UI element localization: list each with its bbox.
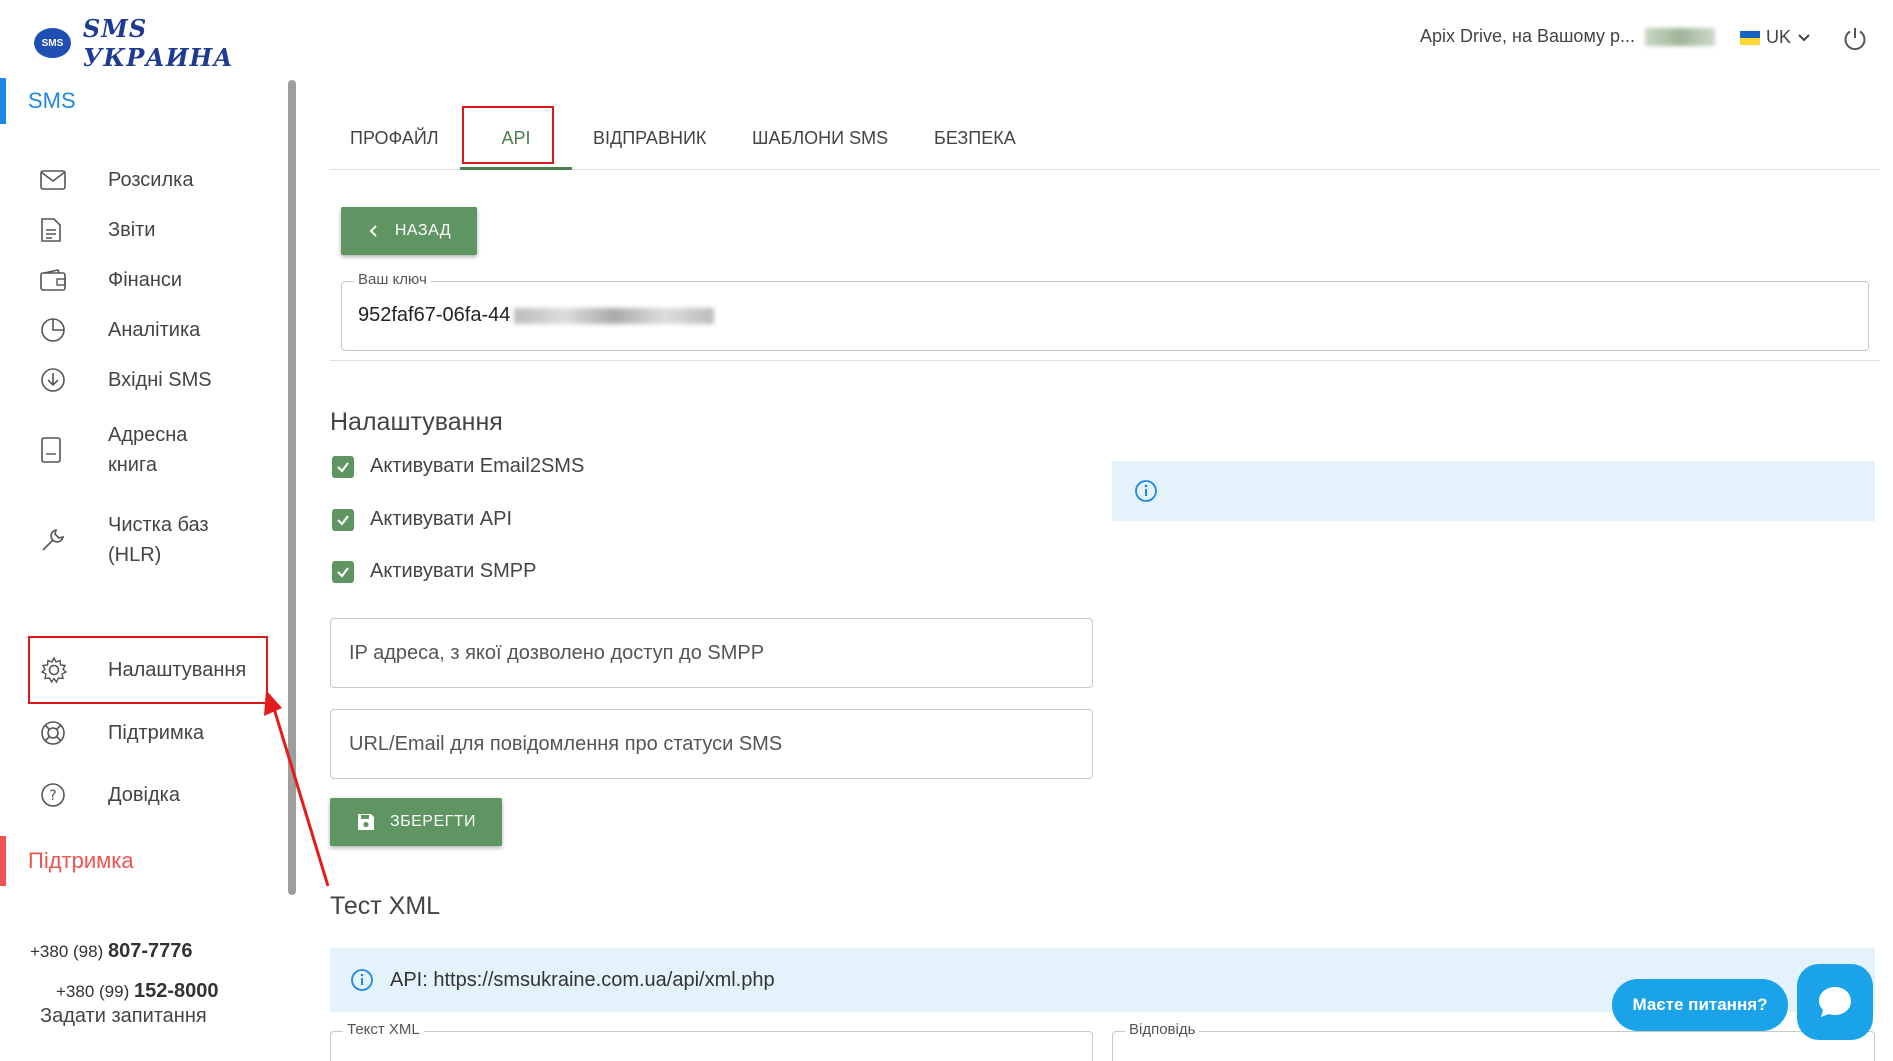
- phone-number: 807-7776: [107, 940, 193, 962]
- back-button[interactable]: НАЗАД: [341, 207, 477, 255]
- sidebar-item-settings[interactable]: Налаштування: [28, 636, 268, 704]
- brand-name: SMS УКРАИНА: [82, 14, 234, 72]
- annotation-arrow: [264, 690, 330, 887]
- checkbox-api[interactable]: Активувати API: [332, 508, 512, 531]
- divider: [330, 360, 1880, 361]
- account-balance-blurred: [1645, 28, 1715, 46]
- save-button-label: ЗБЕРЕГТИ: [389, 813, 477, 830]
- wrench-icon: [30, 527, 82, 553]
- envelope-icon: [30, 170, 82, 190]
- ukraine-flag-icon: [1740, 30, 1760, 45]
- download-circle-icon: [30, 367, 82, 393]
- sidebar-item-label: Вхідні SMS: [108, 369, 212, 391]
- sidebar-item-reports[interactable]: Звіти: [30, 210, 266, 250]
- checkbox-label: Активувати API: [370, 508, 513, 530]
- api-key-label: Ваш ключ: [354, 271, 431, 288]
- chevron-down-icon: [1798, 33, 1810, 41]
- chat-prompt-bubble[interactable]: Маєте питання?: [1612, 979, 1788, 1031]
- settings-tabs: ПРОФАЙЛ API ВІДПРАВНИК ШАБЛОНИ SMS БЕЗПЕ…: [330, 106, 1880, 170]
- wallet-icon: [30, 269, 82, 291]
- back-button-label: НАЗАД: [394, 222, 452, 239]
- sidebar-item-label: Налаштування: [108, 659, 247, 681]
- api-key-field[interactable]: Ваш ключ 952faf67-06fa-44: [341, 271, 1869, 351]
- smpp-ip-input[interactable]: IP адреса, з якої дозволено доступ до SM…: [330, 618, 1093, 688]
- help-circle-icon: ?: [30, 782, 82, 808]
- tab-sender[interactable]: ВІДПРАВНИК: [593, 110, 706, 170]
- checkbox-checked-icon: [332, 560, 354, 583]
- sidebar-item-help[interactable]: ? Довідка: [30, 775, 266, 815]
- sidebar-item-finance[interactable]: Фінанси: [30, 260, 266, 300]
- address-book-icon: [30, 437, 82, 463]
- chat-bubble-icon: [1819, 987, 1851, 1017]
- status-url-input[interactable]: URL/Email для повідомлення про статуси S…: [330, 709, 1093, 779]
- checkbox-label: Активувати Email2SMS: [370, 455, 585, 477]
- account-name[interactable]: Apix Drive, на Вашому р...: [1420, 26, 1635, 47]
- sidebar-item-incoming-sms[interactable]: Вхідні SMS: [30, 360, 266, 400]
- support-phone-1[interactable]: +380 (98) 807-7776: [30, 940, 193, 963]
- xml-text-label: Текст XML: [343, 1021, 424, 1038]
- lifebuoy-icon: [30, 720, 82, 746]
- sidebar-item-address-book[interactable]: Адресна книга: [30, 410, 266, 490]
- phone-number: 152-8000: [133, 980, 219, 1002]
- xml-response-area[interactable]: Відповідь: [1112, 1021, 1875, 1061]
- logo[interactable]: SMS SMS УКРАИНА: [34, 14, 290, 72]
- section-title-support: Підтримка: [0, 836, 200, 886]
- tab-api[interactable]: API: [460, 106, 572, 170]
- sidebar-item-label: Розсилка: [108, 169, 194, 191]
- phone-prefix: +380 (99): [56, 982, 130, 1001]
- checkbox-email2sms[interactable]: Активувати Email2SMS: [332, 455, 584, 478]
- svg-text:?: ?: [49, 788, 56, 804]
- sidebar-item-label: Довідка: [108, 784, 180, 806]
- sidebar-item-label: Підтримка: [108, 722, 205, 744]
- settings-section-title: Налаштування: [330, 408, 503, 436]
- tab-security[interactable]: БЕЗПЕКА: [934, 110, 1016, 170]
- tab-highlight-box: [462, 106, 554, 164]
- sidebar-item-label: Адресна книга: [108, 424, 188, 476]
- sidebar-item-label: Чистка баз (HLR): [108, 514, 209, 566]
- info-icon: [351, 969, 373, 991]
- save-button[interactable]: ЗБЕРЕГТИ: [330, 798, 502, 846]
- api-key-blurred-part: [514, 307, 715, 324]
- xml-api-url: API: https://smsukraine.com.ua/api/xml.p…: [390, 968, 775, 991]
- sidebar-item-label: Фінанси: [108, 269, 183, 291]
- sms-logo-icon: SMS: [34, 28, 71, 58]
- language-selector[interactable]: UK: [1740, 27, 1813, 48]
- checkbox-checked-icon: [332, 455, 354, 478]
- sidebar-item-label: Звіти: [108, 219, 156, 241]
- document-icon: [30, 217, 82, 243]
- support-phone-2[interactable]: +380 (99) 152-8000: [56, 980, 219, 1003]
- logout-button[interactable]: [1842, 26, 1868, 57]
- sidebar-item-hlr[interactable]: Чистка баз (HLR): [30, 500, 266, 580]
- xml-section-title: Тест XML: [330, 892, 441, 920]
- ask-question-link[interactable]: Задати запитання: [40, 1005, 207, 1028]
- chat-open-button[interactable]: [1797, 964, 1873, 1040]
- sidebar-item-analytics[interactable]: Аналітика: [30, 310, 266, 350]
- gear-icon: [30, 656, 82, 684]
- tab-profile[interactable]: ПРОФАЙЛ: [350, 110, 439, 170]
- checkbox-label: Активувати SMPP: [370, 560, 537, 582]
- api-key-visible-part: 952faf67-06fa-44: [358, 304, 511, 326]
- chevron-left-icon: [369, 225, 377, 237]
- xml-response-label: Відповідь: [1125, 1021, 1200, 1038]
- checkbox-smpp[interactable]: Активувати SMPP: [332, 560, 536, 583]
- sidebar-item-support[interactable]: Підтримка: [30, 713, 266, 753]
- phone-prefix: +380 (98): [30, 942, 104, 961]
- logo-badge-text: SMS: [41, 37, 64, 49]
- power-icon: [1844, 28, 1866, 51]
- info-icon: [1135, 480, 1157, 502]
- sidebar-item-mailing[interactable]: Розсилка: [30, 160, 266, 200]
- sidebar: SMS SMS УКРАИНА SMS Розсилка Звіти Фінан…: [0, 0, 290, 1061]
- xml-text-area[interactable]: Текст XML: [330, 1021, 1093, 1061]
- api-key-value: 952faf67-06fa-44: [358, 304, 715, 327]
- settings-info-box: [1112, 461, 1875, 521]
- pie-chart-icon: [30, 317, 82, 343]
- tab-sms-templates[interactable]: ШАБЛОНИ SMS: [752, 110, 888, 170]
- sidebar-item-label: Аналітика: [108, 319, 201, 341]
- language-code: UK: [1766, 27, 1792, 47]
- checkbox-checked-icon: [332, 508, 354, 531]
- floppy-disk-icon: [357, 814, 374, 830]
- section-title-sms: SMS: [0, 78, 200, 124]
